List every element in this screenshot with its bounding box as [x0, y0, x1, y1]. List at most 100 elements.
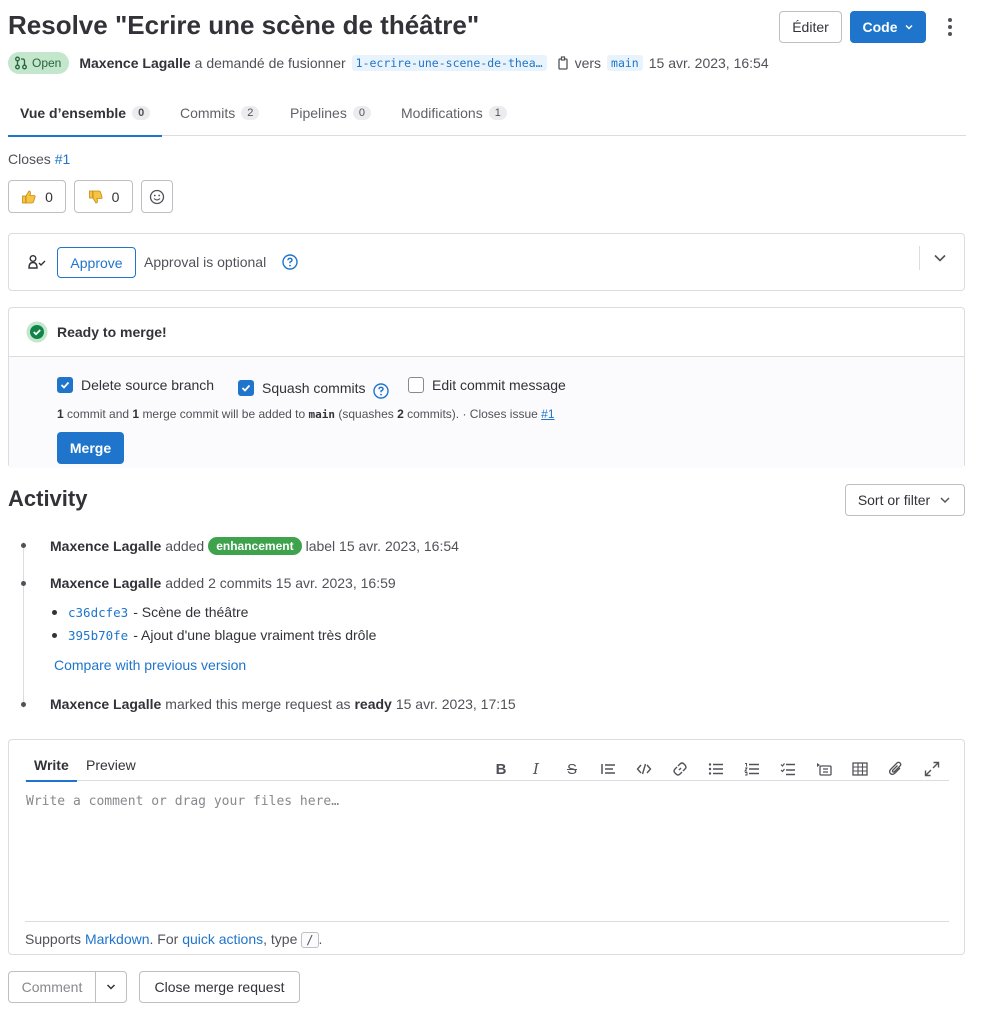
- strikethrough-icon[interactable]: S: [563, 760, 581, 778]
- smiley-icon: [149, 189, 165, 205]
- quote-icon[interactable]: [599, 760, 617, 778]
- target-branch[interactable]: main: [607, 55, 643, 71]
- merge-summary-text: commit and: [67, 407, 130, 421]
- activity-text: added 2 commits 15 avr. 2023, 16:59: [165, 575, 396, 591]
- page-title: Resolve "Ecrire une scène de théâtre": [8, 10, 480, 40]
- approve-button[interactable]: Approve: [57, 247, 136, 278]
- comment-options-dropdown[interactable]: [95, 971, 127, 1003]
- quick-actions-link[interactable]: quick actions: [182, 931, 263, 947]
- markdown-help-text: Supports: [25, 931, 82, 947]
- squash-commits-checkbox[interactable]: Squash commits: [238, 377, 390, 399]
- expand-chevron-icon[interactable]: [933, 251, 947, 265]
- add-reaction-button[interactable]: [141, 180, 173, 213]
- commit-message: - Scène de théâtre: [133, 604, 249, 620]
- tab-write[interactable]: Write: [26, 748, 77, 782]
- sort-filter-label: Sort or filter: [857, 492, 931, 508]
- status-badge-label: Open: [32, 56, 62, 70]
- attach-file-icon[interactable]: [887, 760, 905, 778]
- thumbs-down-button[interactable]: 0: [74, 180, 133, 213]
- collapsible-section-icon[interactable]: [815, 760, 833, 778]
- more-actions-icon[interactable]: [941, 16, 959, 38]
- action-text: a demandé de fusionner: [194, 55, 346, 71]
- edit-commit-message-checkbox[interactable]: Edit commit message: [408, 377, 566, 393]
- merge-request-meta: Open Maxence Lagalle a demandé de fusion…: [8, 52, 769, 74]
- copy-branch-icon[interactable]: [557, 56, 571, 70]
- status-badge: Open: [8, 52, 70, 74]
- merge-summary-text: (squashes: [338, 407, 394, 421]
- tab-overview-count: 0: [132, 106, 151, 120]
- help-icon[interactable]: [282, 254, 298, 270]
- table-icon[interactable]: [851, 760, 869, 778]
- activity-text: 15 avr. 2023, 17:15: [395, 696, 516, 712]
- link-icon[interactable]: [671, 760, 689, 778]
- activity-author[interactable]: Maxence Lagalle: [50, 696, 161, 712]
- merge-request-icon: [15, 56, 27, 70]
- task-list-icon[interactable]: [779, 760, 797, 778]
- bold-icon[interactable]: B: [492, 760, 510, 778]
- chevron-down-icon: [106, 984, 116, 990]
- tab-overview[interactable]: Vue d’ensemble 0: [8, 90, 163, 137]
- merge-button[interactable]: Merge: [57, 432, 124, 464]
- edit-commit-message-label: Edit commit message: [432, 377, 566, 393]
- bullet-list-icon[interactable]: [707, 760, 725, 778]
- thumbs-up-button[interactable]: 0: [8, 180, 66, 213]
- thumbs-up-count: 0: [45, 188, 53, 205]
- squash-commits-label: Squash commits: [262, 380, 366, 396]
- activity-author[interactable]: Maxence Lagalle: [50, 538, 161, 554]
- closes-issue-link[interactable]: #1: [55, 151, 71, 167]
- approval-icon: [28, 254, 46, 270]
- sort-filter-button[interactable]: Sort or filter: [845, 484, 965, 516]
- squash-count: 2: [397, 407, 404, 421]
- chevron-down-icon: [904, 24, 913, 30]
- merge-summary-text: commits). · Closes issue: [407, 407, 538, 421]
- checkbox-checked-icon: [57, 377, 73, 393]
- tab-pipelines-count: 0: [352, 106, 371, 120]
- markdown-help-text: .: [318, 931, 323, 947]
- timeline-dot: [21, 543, 26, 548]
- numbered-list-icon[interactable]: [743, 760, 761, 778]
- compare-link[interactable]: Compare with previous version: [54, 657, 246, 673]
- source-branch[interactable]: 1-ecrire-une-scene-de-thea…: [351, 55, 547, 71]
- delete-source-branch-label: Delete source branch: [81, 377, 215, 393]
- thumbs-down-count: 0: [111, 188, 120, 205]
- tab-changes-label: Modifications: [401, 105, 483, 121]
- ready-to-merge-text: Ready to merge!: [57, 324, 167, 340]
- chevron-down-icon: [940, 497, 950, 503]
- squash-help-icon[interactable]: [373, 383, 390, 399]
- tab-changes[interactable]: Modifications 1: [401, 90, 507, 136]
- comment-button[interactable]: Comment: [8, 971, 96, 1003]
- closes-issue-link[interactable]: #1: [541, 407, 554, 421]
- delete-source-branch-checkbox[interactable]: Delete source branch: [57, 377, 214, 393]
- fullscreen-icon[interactable]: [923, 760, 941, 778]
- activity-author[interactable]: Maxence Lagalle: [50, 575, 161, 591]
- tab-overview-label: Vue d’ensemble: [20, 105, 127, 121]
- merge-commit-count: 1: [132, 407, 140, 421]
- activity-item: Maxence Lagalle added 2 commits 15 avr. …: [50, 575, 396, 591]
- activity-item: Maxence Lagalle added enhancement label …: [50, 537, 459, 555]
- commit-message: - Ajout d'une blague vraiment très drôle: [133, 627, 377, 643]
- close-merge-request-button[interactable]: Close merge request: [139, 971, 300, 1003]
- activity-text: label 15 avr. 2023, 16:54: [305, 538, 459, 554]
- merge-widget-header: Ready to merge!: [9, 308, 964, 357]
- markdown-link[interactable]: Markdown: [85, 931, 150, 947]
- comment-textarea[interactable]: Write a comment or drag your files here…: [26, 794, 339, 809]
- commit-list-item: 395b70fe - Ajout d'une blague vraiment t…: [52, 627, 376, 643]
- tab-commits-count: 2: [241, 106, 260, 120]
- code-dropdown-button[interactable]: Code: [850, 11, 926, 43]
- commit-sha-link[interactable]: c36dcfe3: [68, 605, 128, 620]
- author-name[interactable]: Maxence Lagalle: [79, 55, 190, 71]
- code-icon[interactable]: [635, 760, 653, 778]
- slash-key: /: [301, 932, 319, 948]
- tab-preview[interactable]: Preview: [86, 748, 136, 781]
- label-badge[interactable]: enhancement: [208, 537, 302, 555]
- approval-widget: Approve Approval is optional: [8, 233, 965, 291]
- closes-issue: Closes #1: [8, 151, 70, 167]
- tab-pipelines[interactable]: Pipelines 0: [290, 90, 371, 136]
- tab-commits[interactable]: Commits 2: [180, 90, 260, 136]
- activity-text: added: [165, 538, 205, 554]
- commit-sha-link[interactable]: 395b70fe: [68, 628, 128, 643]
- closes-text: Closes: [8, 151, 51, 167]
- edit-button[interactable]: Éditer: [779, 11, 842, 43]
- thumbs-up-icon: [21, 189, 37, 205]
- italic-icon[interactable]: I: [527, 760, 545, 778]
